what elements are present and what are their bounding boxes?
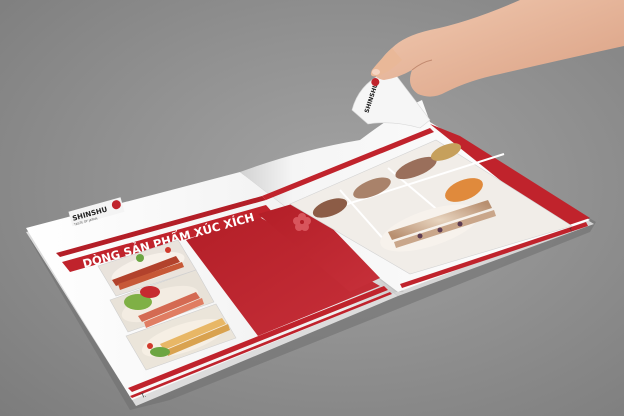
brochure-photo: DÒNG SẢN PHẨM XÚC XÍCH SHINSHU TASTE OF … bbox=[26, 0, 624, 410]
photo-scene: DÒNG SẢN PHẨM XÚC XÍCH SHINSHU TASTE OF … bbox=[0, 0, 624, 416]
hand-holding-page bbox=[370, 0, 624, 97]
